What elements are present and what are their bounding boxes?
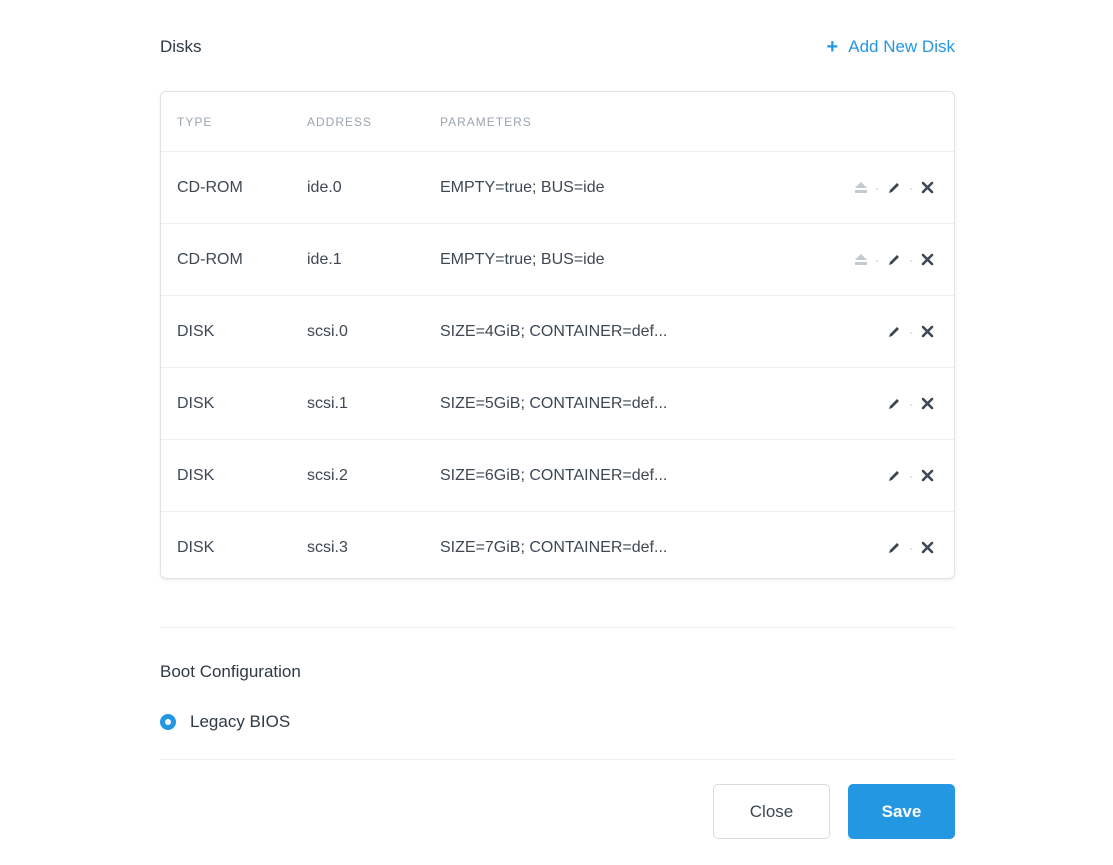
- disks-header: Disks + Add New Disk: [160, 30, 955, 64]
- cell-type: DISK: [177, 466, 215, 484]
- cell-address: scsi.1: [307, 394, 348, 412]
- column-header-type: TYPE: [177, 114, 213, 129]
- cell-type: CD-ROM: [177, 250, 243, 268]
- cell-parameters: SIZE=7GiB; CONTAINER=def...: [440, 538, 668, 556]
- cell-parameters: SIZE=4GiB; CONTAINER=def...: [440, 322, 668, 340]
- pencil-icon[interactable]: [887, 541, 901, 555]
- separator-dot: ·: [909, 540, 913, 555]
- separator-dot: ·: [909, 324, 913, 339]
- cell-type: CD-ROM: [177, 178, 243, 196]
- cell-address: scsi.2: [307, 466, 348, 484]
- row-actions: ·: [800, 325, 954, 339]
- close-icon[interactable]: [921, 253, 934, 266]
- disks-table: TYPE ADDRESS PARAMETERS CD-ROM ide.0 EMPTY…: [160, 91, 955, 579]
- table-header-row: TYPE ADDRESS PARAMETERS: [161, 92, 954, 152]
- vm-disks-dialog: Disks + Add New Disk TYPE ADDRESS PARAME…: [0, 0, 1113, 865]
- row-actions: ·: [800, 469, 954, 483]
- cell-type: DISK: [177, 394, 215, 412]
- close-icon[interactable]: [921, 325, 934, 338]
- plus-icon: +: [826, 36, 839, 58]
- cell-parameters: SIZE=6GiB; CONTAINER=def...: [440, 466, 668, 484]
- separator-dot: ·: [875, 180, 879, 195]
- close-icon[interactable]: [921, 469, 934, 482]
- cell-parameters: SIZE=5GiB; CONTAINER=def...: [440, 394, 668, 412]
- column-header-parameters: PARAMETERS: [440, 114, 532, 129]
- row-actions: ·: [800, 397, 954, 411]
- table-row: CD-ROM ide.0 EMPTY=true; BUS=ide · ·: [161, 152, 954, 224]
- table-row: CD-ROM ide.1 EMPTY=true; BUS=ide · ·: [161, 224, 954, 296]
- eject-icon[interactable]: [855, 254, 867, 265]
- legacy-bios-label: Legacy BIOS: [190, 712, 291, 731]
- add-new-disk-label: Add New Disk: [848, 37, 955, 56]
- table-row: DISK scsi.0 SIZE=4GiB; CONTAINER=def... ·: [161, 296, 954, 368]
- separator-dot: ·: [909, 396, 913, 411]
- cell-address: scsi.3: [307, 538, 348, 556]
- footer-divider: [160, 759, 955, 760]
- separator-dot: ·: [909, 252, 913, 267]
- cell-type: DISK: [177, 322, 215, 340]
- save-button[interactable]: Save: [848, 784, 955, 839]
- separator-dot: ·: [909, 468, 913, 483]
- cell-address: ide.1: [307, 250, 342, 268]
- eject-icon[interactable]: [855, 182, 867, 193]
- legacy-bios-option[interactable]: Legacy BIOS: [160, 712, 290, 732]
- close-icon[interactable]: [921, 397, 934, 410]
- cell-parameters: EMPTY=true; BUS=ide: [440, 178, 605, 196]
- cell-address: scsi.0: [307, 322, 348, 340]
- row-actions: ·: [800, 541, 954, 555]
- separator-dot: ·: [875, 252, 879, 267]
- pencil-icon[interactable]: [887, 253, 901, 267]
- close-icon[interactable]: [921, 541, 934, 554]
- add-new-disk-link[interactable]: + Add New Disk: [827, 37, 955, 57]
- close-button[interactable]: Close: [713, 784, 830, 839]
- row-actions: · ·: [800, 253, 954, 267]
- radio-selected-icon[interactable]: [160, 714, 176, 730]
- close-icon[interactable]: [921, 181, 934, 194]
- column-header-address: ADDRESS: [307, 114, 373, 129]
- boot-configuration-title: Boot Configuration: [160, 662, 301, 681]
- row-actions: · ·: [800, 181, 954, 195]
- table-row: DISK scsi.3 SIZE=7GiB; CONTAINER=def... ·: [161, 512, 954, 578]
- pencil-icon[interactable]: [887, 469, 901, 483]
- cell-parameters: EMPTY=true; BUS=ide: [440, 250, 605, 268]
- section-divider: [160, 627, 955, 628]
- table-row: DISK scsi.2 SIZE=6GiB; CONTAINER=def... ·: [161, 440, 954, 512]
- pencil-icon[interactable]: [887, 325, 901, 339]
- cell-address: ide.0: [307, 178, 342, 196]
- cell-type: DISK: [177, 538, 215, 556]
- pencil-icon[interactable]: [887, 397, 901, 411]
- table-row: DISK scsi.1 SIZE=5GiB; CONTAINER=def... ·: [161, 368, 954, 440]
- separator-dot: ·: [909, 180, 913, 195]
- disks-section-title: Disks: [160, 37, 202, 56]
- pencil-icon[interactable]: [887, 181, 901, 195]
